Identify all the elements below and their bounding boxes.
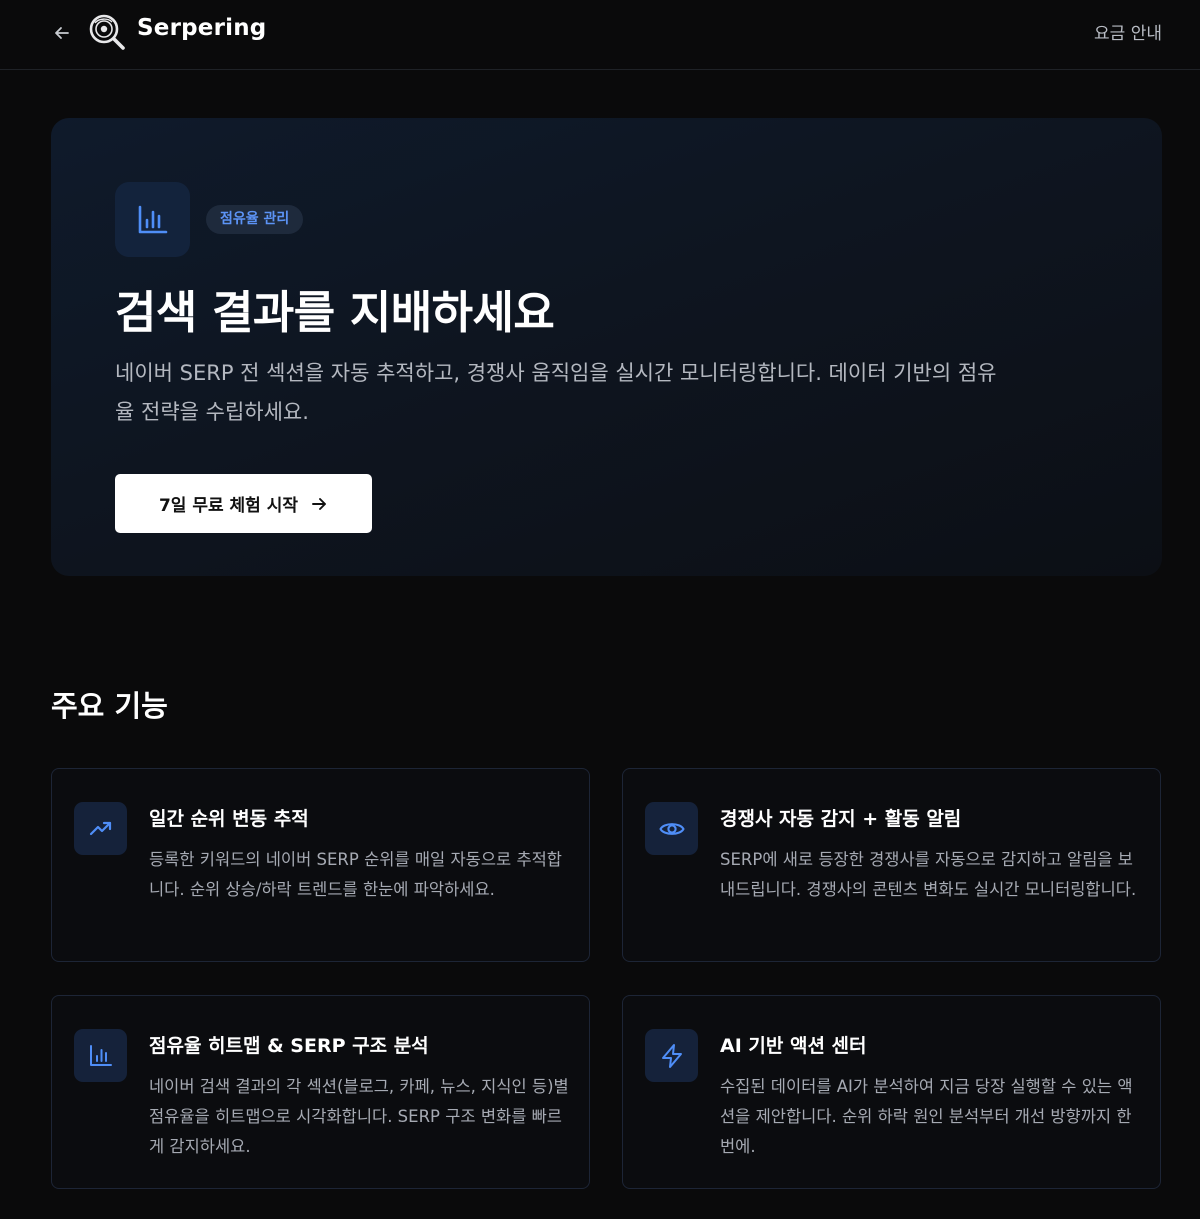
feature-description: 등록한 키워드의 네이버 SERP 순위를 매일 자동으로 추적합니다. 순위 … xyxy=(149,850,562,899)
hero-title: 검색 결과를 지배하세요 xyxy=(115,286,555,339)
arrow-left-icon xyxy=(55,27,69,39)
pricing-link[interactable]: 요금 안내 xyxy=(1094,19,1162,44)
feature-card-ai-action-center: AI 기반 액션 센터 수집된 데이터를 AI가 분석하여 지금 당장 실행할 … xyxy=(622,995,1161,1189)
feature-card-rank-tracking: 일간 순위 변동 추적 등록한 키워드의 네이버 SERP 순위를 매일 자동으… xyxy=(51,768,590,962)
free-trial-button[interactable]: 7일 무료 체험 시작 xyxy=(115,474,372,533)
category-badge: 점유율 관리 xyxy=(206,205,304,234)
features-section-title: 주요 기능 xyxy=(51,689,168,723)
feature-icon-box xyxy=(74,1029,127,1082)
back-button[interactable] xyxy=(48,19,76,47)
feature-card-competitor-detection: 경쟁사 자동 감지 + 활동 알림 SERP에 새로 등장한 경쟁사를 자동으로… xyxy=(622,768,1161,962)
feature-title: 점유율 히트맵 & SERP 구조 분석 xyxy=(149,1035,429,1057)
lightning-icon xyxy=(661,1043,682,1068)
brand-name[interactable]: Serpering xyxy=(137,15,266,41)
feature-description: 수집된 데이터를 AI가 분석하여 지금 당장 실행할 수 있는 액션을 제안합… xyxy=(720,1077,1133,1156)
feature-icon-box xyxy=(645,1029,698,1082)
arrow-right-icon xyxy=(312,497,326,510)
bar-chart-icon xyxy=(89,1044,112,1066)
feature-card-share-heatmap: 점유율 히트맵 & SERP 구조 분석 네이버 검색 결과의 각 섹션(블로그… xyxy=(51,995,590,1189)
hero-icon-box xyxy=(115,182,190,257)
feature-description: SERP에 새로 등장한 경쟁사를 자동으로 감지하고 알림을 보내드립니다. … xyxy=(720,850,1137,899)
hero-panel: 점유율 관리 검색 결과를 지배하세요 네이버 SERP 전 섹션을 자동 추적… xyxy=(51,118,1162,576)
cta-label: 7일 무료 체험 시작 xyxy=(158,496,299,516)
feature-icon-box xyxy=(74,802,127,855)
feature-title: AI 기반 액션 센터 xyxy=(720,1035,867,1057)
feature-title: 경쟁사 자동 감지 + 활동 알림 xyxy=(720,808,962,830)
feature-description: 네이버 검색 결과의 각 섹션(블로그, 카페, 뉴스, 지식인 등)별 점유율… xyxy=(149,1077,569,1156)
feature-icon-box xyxy=(645,802,698,855)
trending-up-icon xyxy=(89,821,111,835)
top-navigation-bar: Serpering 요금 안내 xyxy=(0,0,1200,70)
bar-chart-icon xyxy=(138,205,167,233)
hero-description: 네이버 SERP 전 섹션을 자동 추적하고, 경쟁사 움직임을 실시간 모니터… xyxy=(115,361,997,424)
eye-icon xyxy=(658,822,685,835)
feature-title: 일간 순위 변동 추적 xyxy=(149,808,309,830)
serpering-logo-icon[interactable] xyxy=(88,12,126,50)
